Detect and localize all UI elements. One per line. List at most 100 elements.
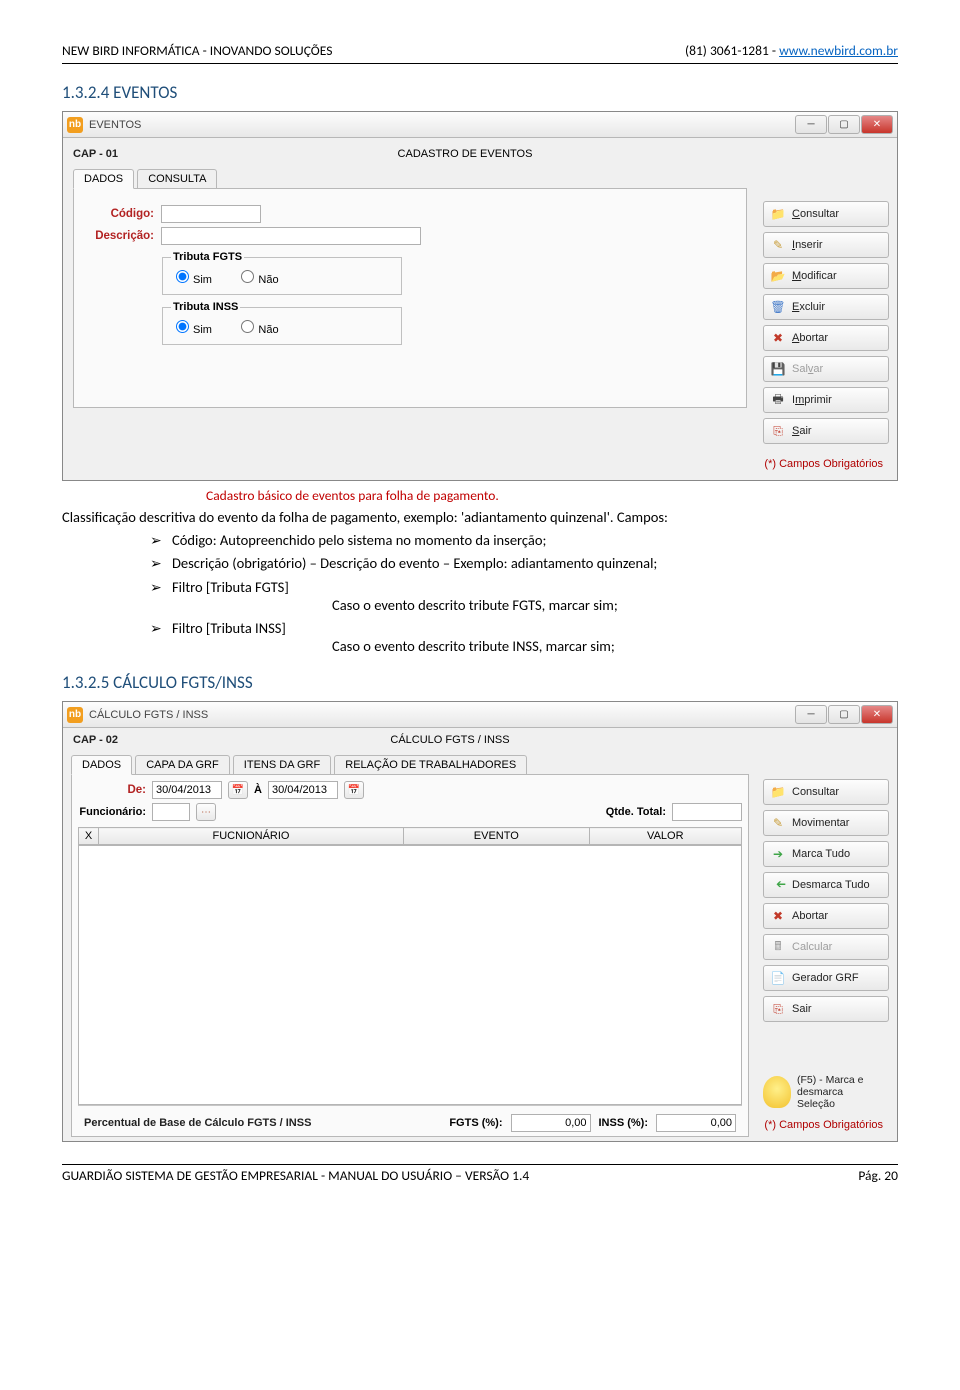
titlebar: nb CÁLCULO FGTS / INSS ─ ▢ ✕ (63, 702, 897, 728)
gerador-grf-button[interactable]: 📄 Gerador GRF (763, 965, 889, 991)
maximize-button[interactable]: ▢ (828, 705, 860, 724)
modificar-button[interactable]: 📂Modificar (763, 263, 889, 289)
label-descricao: Descrição: (84, 230, 154, 242)
bullet-item: Filtro [Tributa FGTS] Caso o evento desc… (62, 578, 898, 619)
legend-inss: Tributa INSS (171, 301, 240, 313)
col-valor[interactable]: VALOR (589, 828, 741, 845)
form-title: CADASTRO DE EVENTOS (183, 148, 747, 160)
calcular-button[interactable]: 🖩Calcular (763, 934, 889, 960)
underline-char: m (795, 394, 804, 406)
tab-consulta[interactable]: CONSULTA (137, 169, 217, 188)
printer-icon: 🖶 (770, 392, 786, 408)
arrow-right-icon: ➔ (770, 846, 786, 862)
button-label: Desmarca Tudo (792, 879, 882, 891)
radio-fgts-nao[interactable]: Não (236, 274, 278, 286)
imprimir-button[interactable]: 🖶Imprimir (763, 387, 889, 413)
required-note: (*) Campos Obrigatórios (763, 454, 889, 474)
calendar-icon[interactable]: 📅 (344, 781, 364, 799)
sair-button[interactable]: ⎘Sair (763, 418, 889, 444)
form-title: CÁLCULO FGTS / INSS (153, 734, 747, 746)
underline-char: A (792, 332, 799, 344)
inss-pct-input[interactable] (656, 1114, 736, 1132)
radio-inss-nao[interactable]: Não (236, 324, 278, 336)
section-heading: 1.3.2.5 CÁLCULO FGTS/INSS (62, 672, 898, 693)
button-label: Sair (792, 1003, 882, 1015)
titlebar: nb EVENTOS ─ ▢ ✕ (63, 112, 897, 138)
abort-icon: ✖ (770, 330, 786, 346)
underline-char: I (792, 239, 795, 251)
legend-fgts: Tributa FGTS (171, 251, 244, 263)
movimentar-button[interactable]: ✎Movimentar (763, 810, 889, 836)
radio-fgts-sim[interactable]: Sim (171, 274, 212, 286)
radio-label: Não (258, 274, 278, 286)
close-button[interactable]: ✕ (861, 705, 893, 724)
minimize-button[interactable]: ─ (795, 705, 827, 724)
date-from-input[interactable] (152, 781, 222, 799)
label-inss-pct: INSS (%): (599, 1117, 649, 1129)
col-funcionario[interactable]: FUCNIONÁRIO (99, 828, 404, 845)
abortar-button[interactable]: ✖Abortar (763, 903, 889, 929)
doc-header-right: (81) 3061-1281 - www.newbird.com.br (685, 42, 898, 59)
minimize-button[interactable]: ─ (795, 115, 827, 134)
data-table: X FUCNIONÁRIO EVENTO VALOR (78, 827, 742, 845)
excluir-button[interactable]: 🗑Excluir (763, 294, 889, 320)
funcionario-input[interactable] (152, 803, 190, 821)
col-x[interactable]: X (79, 828, 99, 845)
abort-icon: ✖ (770, 908, 786, 924)
button-label: Movimentar (792, 817, 882, 829)
bullet-text: Filtro [Tributa INSS] (172, 619, 286, 637)
bullet-item: Descrição (obrigatório) – Descrição do e… (62, 554, 898, 578)
descricao-input[interactable] (161, 227, 421, 245)
doc-footer-left: GUARDIÃO SISTEMA DE GESTÃO EMPRESARIAL -… (62, 1167, 529, 1184)
close-button[interactable]: ✕ (861, 115, 893, 134)
date-to-input[interactable] (268, 781, 338, 799)
codigo-input[interactable] (161, 205, 261, 223)
sair-button[interactable]: ⎘Sair (763, 996, 889, 1022)
window-calculo-fgts-inss: nb CÁLCULO FGTS / INSS ─ ▢ ✕ CAP - 02 CÁ… (62, 701, 898, 1142)
calendar-icon[interactable]: 📅 (228, 781, 248, 799)
underline-char: S (792, 425, 799, 437)
required-note: (*) Campos Obrigatórios (763, 1115, 889, 1135)
fgts-pct-input[interactable] (511, 1114, 591, 1132)
bullet-subtext: Caso o evento descrito tribute FGTS, mar… (172, 596, 898, 616)
col-evento[interactable]: EVENTO (403, 828, 589, 845)
report-icon: 📄 (770, 970, 786, 986)
button-label: Marca Tudo (792, 848, 882, 860)
radio-label: Sim (193, 324, 212, 336)
maximize-button[interactable]: ▢ (828, 115, 860, 134)
lookup-button[interactable]: ⋯ (196, 803, 216, 821)
tab-itens-grf[interactable]: ITENS DA GRF (233, 755, 331, 774)
marca-tudo-button[interactable]: ➔ Marca Tudo (763, 841, 889, 867)
doc-header-phone: (81) 3061-1281 - (685, 42, 779, 59)
tab-capa-grf[interactable]: CAPA DA GRF (135, 755, 230, 774)
label-fgts-pct: FGTS (%): (449, 1117, 502, 1129)
salvar-button[interactable]: 💾Salvar (763, 356, 889, 382)
bullet-item: Código: Autopreenchido pelo sistema no m… (62, 531, 898, 555)
tab-dados[interactable]: DADOS (71, 755, 132, 775)
radio-label: Não (258, 324, 278, 336)
group-tributa-inss: Tributa INSS Sim Não (162, 301, 402, 345)
abortar-button[interactable]: ✖Abortar (763, 325, 889, 351)
window-title: CÁLCULO FGTS / INSS (89, 709, 794, 721)
inserir-button[interactable]: ✎Inserir (763, 232, 889, 258)
label-de: De: (78, 784, 146, 796)
table-body[interactable] (78, 845, 742, 1105)
tab-relacao-trabalhadores[interactable]: RELAÇÃO DE TRABALHADORES (334, 755, 527, 774)
consultar-button[interactable]: 📁Consultar (763, 779, 889, 805)
exit-icon: ⎘ (770, 423, 786, 439)
button-label: Calcular (792, 941, 882, 953)
footer-label: Percentual de Base de Cálculo FGTS / INS… (84, 1117, 311, 1129)
qtde-total-input[interactable] (672, 803, 742, 821)
tab-dados[interactable]: DADOS (73, 169, 134, 189)
button-label: Gerador GRF (792, 972, 882, 984)
underline-char: E (792, 301, 799, 313)
bullet-subtext: Caso o evento descrito tribute INSS, mar… (172, 637, 898, 657)
bullet-text: Filtro [Tributa FGTS] (172, 578, 289, 596)
tab-panel: De: 📅 À 📅 Funcionário: ⋯ Qtde. Total: (71, 774, 749, 1137)
consultar-button[interactable]: 📁Consultar (763, 201, 889, 227)
window-eventos: nb EVENTOS ─ ▢ ✕ CAP - 01 CADASTRO DE EV… (62, 111, 898, 481)
doc-header-link[interactable]: www.newbird.com.br (779, 42, 898, 59)
hint-f5: (F5) - Marca e desmarca Seleção (763, 1074, 889, 1110)
desmarca-tudo-button[interactable]: ➔Desmarca Tudo (763, 872, 889, 898)
radio-inss-sim[interactable]: Sim (171, 324, 212, 336)
